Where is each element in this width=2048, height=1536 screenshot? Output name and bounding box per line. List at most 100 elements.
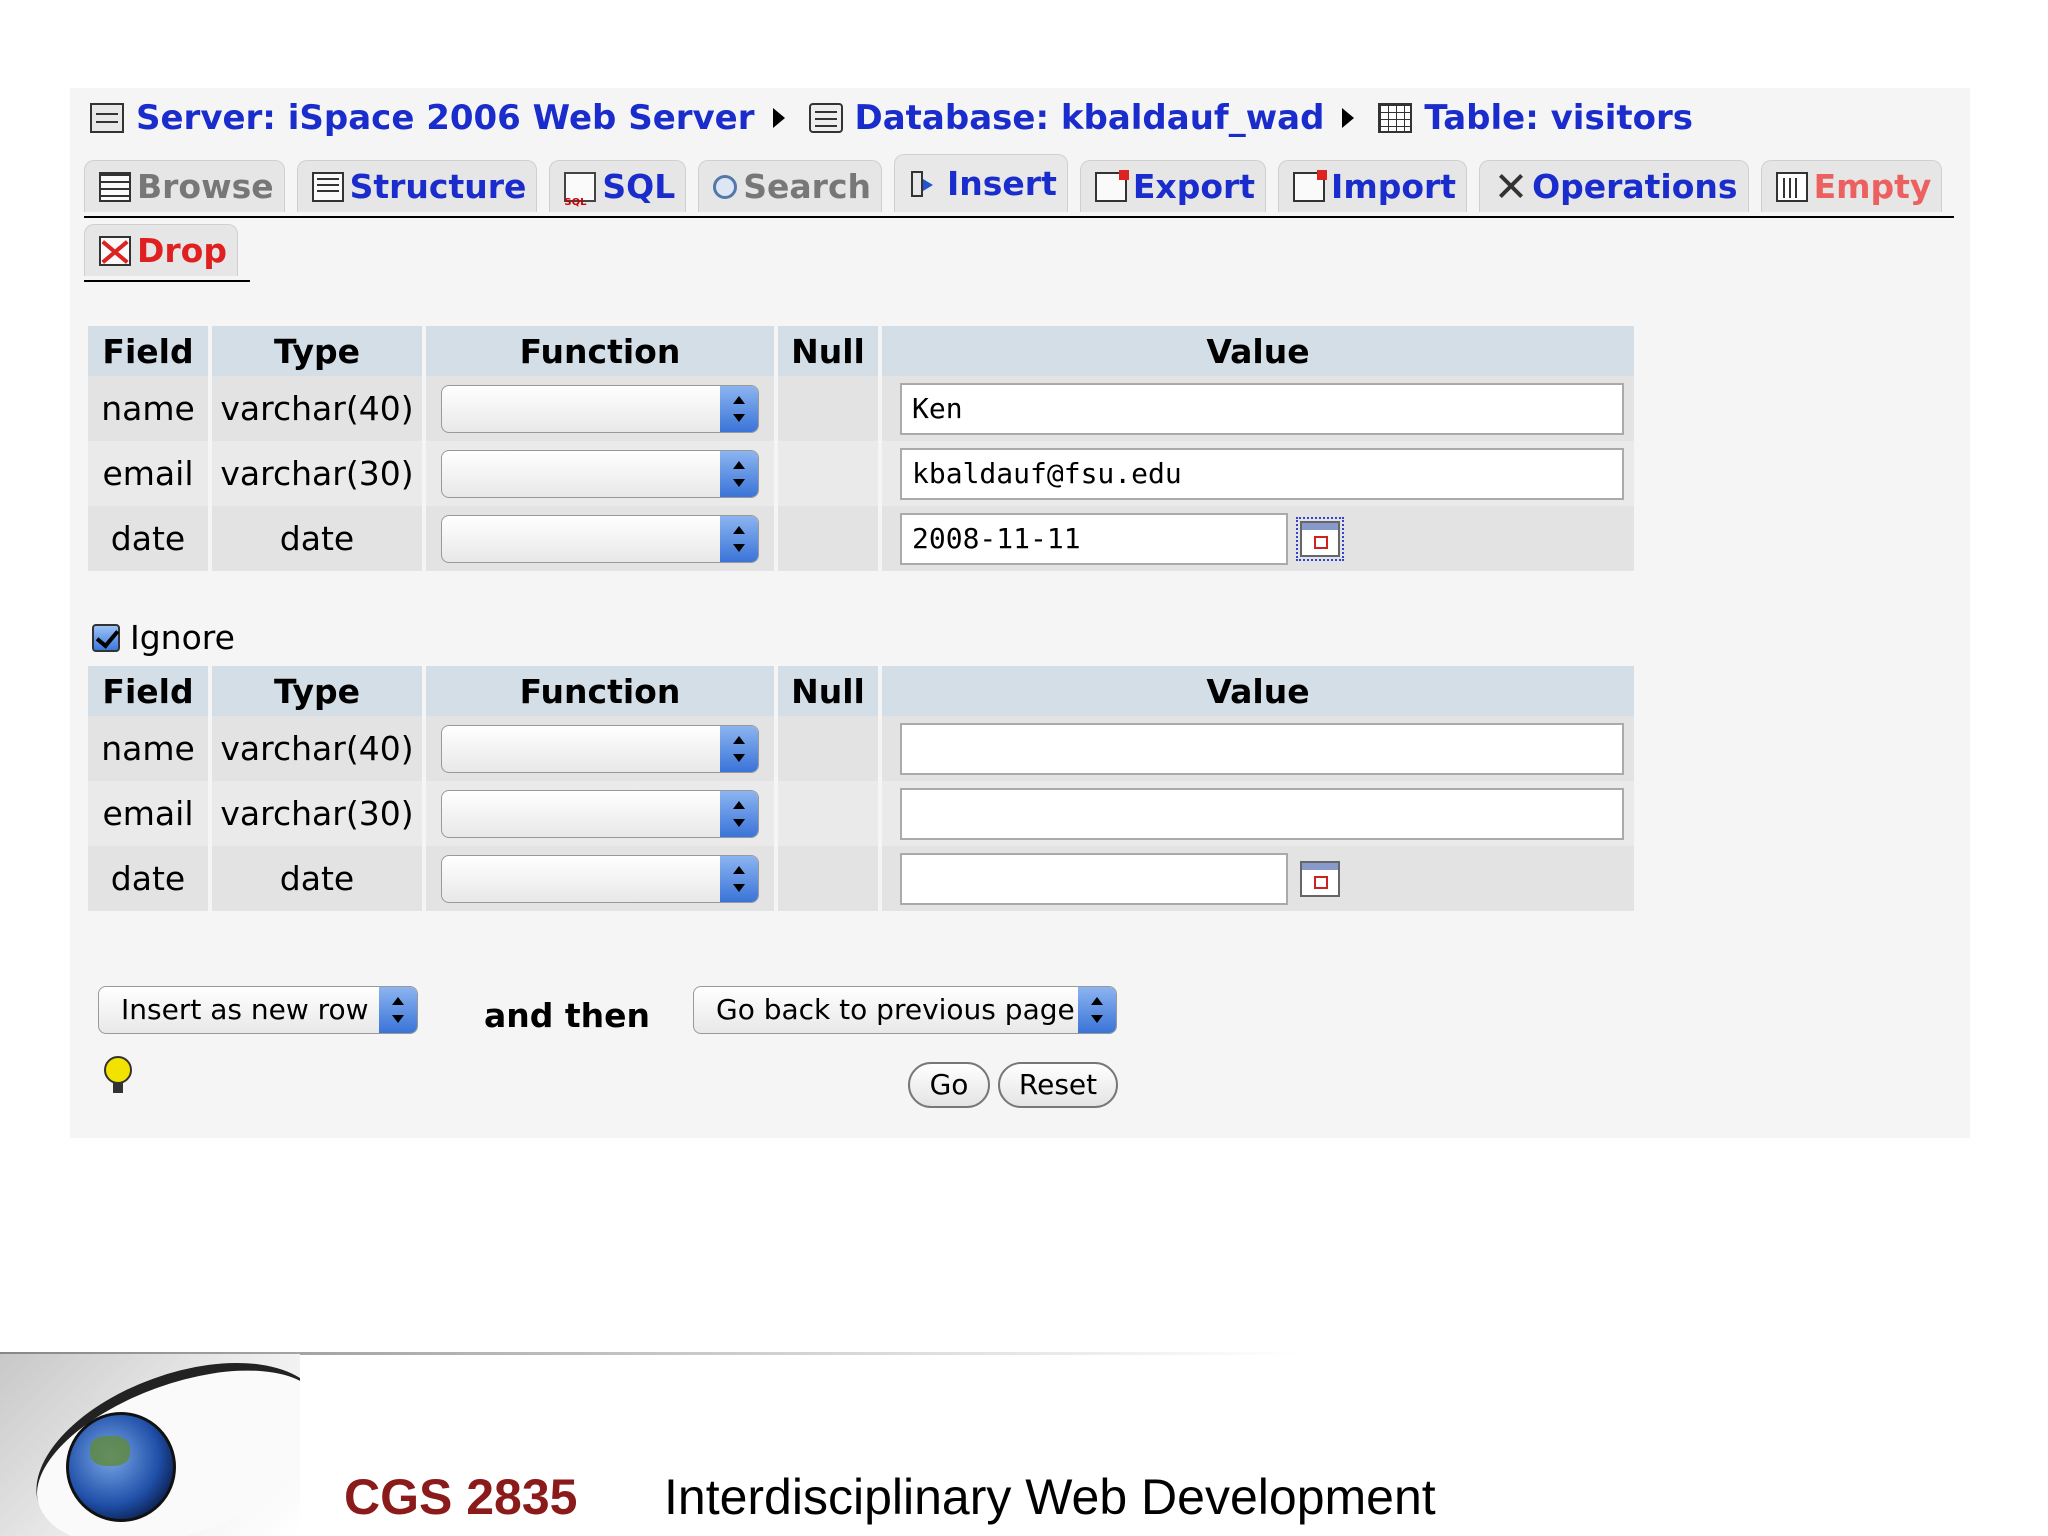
null-cell <box>778 781 878 846</box>
value-cell: Ken <box>882 376 1634 441</box>
tab-export[interactable]: Export <box>1079 160 1267 212</box>
function-select[interactable] <box>441 514 759 563</box>
tab-structure[interactable]: Structure <box>296 160 538 212</box>
value-input-date[interactable] <box>900 852 1288 905</box>
tab-insert[interactable]: Insert <box>894 154 1068 212</box>
breadcrumb-server[interactable]: Server: iSpace 2006 Web Server <box>90 98 755 138</box>
column-header-type: Type <box>212 666 422 716</box>
tab-label: Export <box>1132 167 1256 206</box>
function-cell <box>426 506 774 571</box>
database-icon <box>808 103 843 133</box>
ignore-label: Ignore <box>130 618 235 657</box>
after-insert-value: Go back to previous page <box>716 993 1075 1026</box>
insert-icon <box>909 169 941 199</box>
browse-icon <box>99 171 131 202</box>
breadcrumb-arrow-icon <box>1342 108 1355 128</box>
field-name: date <box>88 506 208 571</box>
breadcrumb-table[interactable]: Table: visitors <box>1378 98 1693 138</box>
null-cell <box>778 506 878 571</box>
tab-label: Browse <box>137 167 274 206</box>
lightbulb-tip-icon[interactable] <box>104 1056 132 1093</box>
table-header-row: Field Type Function Null Value <box>88 326 1634 376</box>
export-icon <box>1094 169 1129 202</box>
eye-globe-logo <box>0 1354 300 1536</box>
tab-empty[interactable]: Empty <box>1760 160 1943 212</box>
select-arrows-icon <box>1078 987 1116 1033</box>
field-name: name <box>88 376 208 441</box>
tab-import[interactable]: Import <box>1278 160 1468 212</box>
field-type: varchar(40) <box>212 376 422 441</box>
tab-bar-row-2: Drop <box>84 224 250 282</box>
field-type: varchar(30) <box>212 441 422 506</box>
phpmyadmin-panel: Server: iSpace 2006 Web Server Database:… <box>70 88 1970 1138</box>
ignore-checkbox[interactable] <box>92 623 120 652</box>
tab-bar: Browse Structure SQL Search Insert Expor… <box>84 154 1954 218</box>
value-input-name[interactable] <box>900 722 1624 775</box>
breadcrumb-server-link[interactable]: Server: iSpace 2006 Web Server <box>136 98 755 138</box>
select-arrows-icon <box>720 790 758 837</box>
value-input-email[interactable] <box>900 787 1624 840</box>
field-name: date <box>88 846 208 911</box>
breadcrumb-database[interactable]: Database: kbaldauf_wad <box>808 98 1325 138</box>
course-title: Interdisciplinary Web Development <box>664 1469 1436 1525</box>
null-cell <box>778 441 878 506</box>
tab-label: Search <box>743 167 872 206</box>
drop-icon <box>99 235 131 266</box>
function-select[interactable] <box>441 449 759 498</box>
function-select[interactable] <box>441 789 759 838</box>
field-type: varchar(40) <box>212 716 422 781</box>
tab-search[interactable]: Search <box>698 160 883 212</box>
ignore-toggle[interactable]: Ignore <box>92 618 235 657</box>
tab-label: Insert <box>947 164 1057 203</box>
field-type: varchar(30) <box>212 781 422 846</box>
tab-sql[interactable]: SQL <box>549 160 687 212</box>
tab-operations[interactable]: Operations <box>1479 160 1749 212</box>
calendar-icon[interactable] <box>1296 516 1344 561</box>
value-cell: 2008-11-11 <box>882 506 1634 571</box>
function-cell <box>426 376 774 441</box>
table-row: name varchar(40) <box>88 716 1634 781</box>
select-arrows-icon <box>720 385 758 432</box>
value-cell <box>882 716 1634 781</box>
breadcrumb-table-link[interactable]: Table: visitors <box>1424 98 1693 138</box>
insert-table-2: Field Type Function Null Value name varc… <box>84 666 1638 911</box>
function-select[interactable] <box>441 724 759 773</box>
calendar-icon[interactable] <box>1300 860 1340 897</box>
breadcrumb-database-link[interactable]: Database: kbaldauf_wad <box>855 98 1325 138</box>
value-input-date[interactable]: 2008-11-11 <box>900 512 1288 565</box>
after-insert-select[interactable]: Go back to previous page <box>693 986 1117 1034</box>
tab-label: SQL <box>602 167 676 206</box>
reset-button[interactable]: Reset <box>998 1062 1118 1108</box>
tab-label: Empty <box>1813 167 1932 206</box>
field-type: date <box>212 506 422 571</box>
column-header-field: Field <box>88 326 208 376</box>
tab-drop[interactable]: Drop <box>84 224 238 276</box>
value-input-email[interactable]: kbaldauf@fsu.edu <box>900 447 1624 500</box>
globe-land-shape <box>90 1436 130 1466</box>
field-name: email <box>88 781 208 846</box>
value-input-name[interactable]: Ken <box>900 382 1624 435</box>
course-code: CGS 2835 <box>344 1469 578 1525</box>
function-cell <box>426 846 774 911</box>
column-header-function: Function <box>426 326 774 376</box>
function-select[interactable] <box>441 384 759 433</box>
server-icon <box>90 103 124 133</box>
go-button[interactable]: Go <box>908 1062 990 1108</box>
insert-mode-select[interactable]: Insert as new row <box>98 986 418 1034</box>
column-header-value: Value <box>882 666 1634 716</box>
import-icon <box>1293 169 1328 202</box>
field-name: email <box>88 441 208 506</box>
tab-browse[interactable]: Browse <box>84 160 285 212</box>
column-header-field: Field <box>88 666 208 716</box>
field-name: name <box>88 716 208 781</box>
tab-label: Operations <box>1532 167 1738 206</box>
table-row: email varchar(30) kbaldauf@fsu.edu <box>88 441 1634 506</box>
value-cell <box>882 781 1634 846</box>
breadcrumb: Server: iSpace 2006 Web Server Database:… <box>90 88 1693 148</box>
search-icon <box>713 174 738 199</box>
value-cell: kbaldauf@fsu.edu <box>882 441 1634 506</box>
function-select[interactable] <box>441 854 759 903</box>
breadcrumb-arrow-icon <box>772 108 785 128</box>
select-arrows-icon <box>720 725 758 772</box>
value-cell <box>882 846 1634 911</box>
